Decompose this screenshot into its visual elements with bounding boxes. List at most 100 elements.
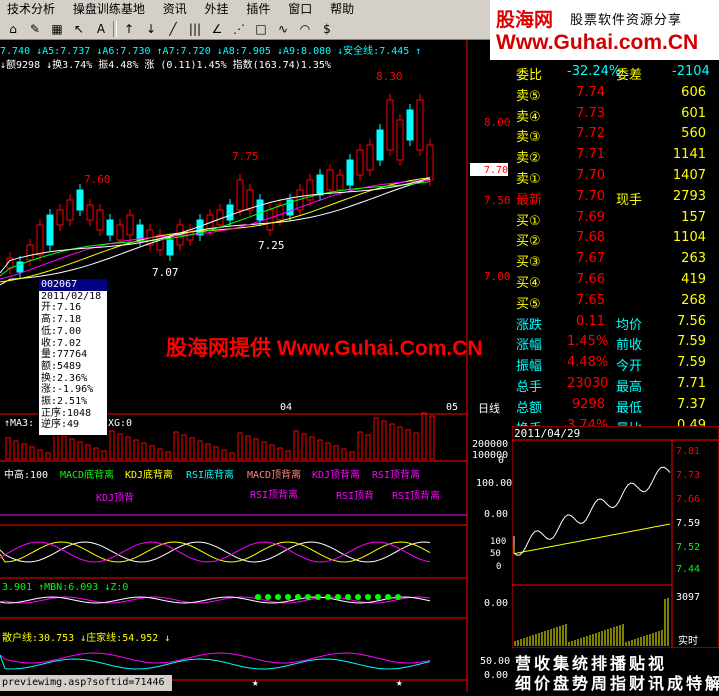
macd-top-div: MACD顶背离 — [247, 468, 301, 481]
stat-row: 总额 9298 最低 7.37 — [512, 395, 719, 416]
mbn-dot — [315, 594, 321, 600]
intraday-volume: 3097 — [676, 592, 700, 603]
bid-row-cell: 7.69 — [576, 209, 605, 225]
bid-row: 买④ 7.66 419 — [512, 270, 719, 291]
fan-icon[interactable]: ⋰ — [229, 20, 249, 38]
menu-help[interactable]: 帮助 — [323, 0, 361, 18]
candle-body — [26, 244, 34, 261]
bid-row-cell: 419 — [681, 272, 706, 287]
function-buttons-row1[interactable]: 营收集统排播贴视 — [515, 650, 715, 673]
bid-row: 买② 7.68 1104 — [512, 228, 719, 249]
sh-axis-0: 0.00 — [484, 670, 508, 681]
bid-row-cell: 268 — [681, 292, 706, 308]
dollar-icon[interactable]: $ — [317, 20, 337, 38]
line-tool-icon[interactable]: ╱ — [163, 20, 183, 38]
candle-body — [66, 199, 74, 221]
drawing-toolbar: ⌂ ✎ ▦ ↖ A ↑ ↓ ╱ ||| ∠ ⋰ □ ∿ ◠ $ — [0, 18, 490, 40]
order-ratio-row-cell: -32.24% — [567, 64, 622, 79]
vol-xg-label: XG:0 — [108, 418, 132, 429]
macd-axis-0: 0.00 — [484, 509, 508, 520]
ask-row: 卖⑤ 7.74 606 — [512, 83, 719, 104]
menu-training[interactable]: 操盘训练基地 — [66, 0, 152, 18]
mbn-dot — [345, 594, 351, 600]
function-buttons-row2[interactable]: 细价盘势周指财讯成特解 — [515, 670, 719, 693]
menu-news[interactable]: 资讯 — [156, 0, 194, 18]
ask-row-cell: 卖② — [516, 151, 541, 167]
bid-row-cell: 7.67 — [576, 251, 605, 267]
tooltip-high: 高:7.18 — [41, 314, 82, 326]
menu-technical-analysis[interactable]: 技术分析 — [0, 0, 62, 18]
x-label-april: 04 — [280, 402, 292, 413]
stat-row-cell: 涨跌 — [516, 317, 543, 333]
candle-body — [36, 224, 44, 256]
sh-axis-50: 50.00 — [480, 656, 510, 667]
angle-icon[interactable]: ∠ — [207, 20, 227, 38]
tooltip-turnover: 换:2.36% — [41, 372, 88, 384]
arc-icon[interactable]: ◠ — [295, 20, 315, 38]
candle-tooltip: 002067 2011/02/18 开:7.16 高:7.18 低:7.00 收… — [38, 278, 108, 436]
menu-plugins[interactable]: 插件 — [239, 0, 277, 18]
tooltip-code: 002067 — [39, 279, 107, 291]
ask-row: 卖④ 7.73 601 — [512, 104, 719, 125]
rect-icon[interactable]: □ — [251, 20, 271, 38]
text-icon[interactable]: A — [91, 20, 111, 38]
candle-body — [136, 224, 144, 241]
last-price-row-cell: 现手 — [616, 192, 643, 208]
intraday-mini-chart[interactable]: 2011/04/29 7.81 7.73 7.66 7.59 7.52 7.44… — [511, 425, 719, 649]
period-label[interactable]: 日线 — [478, 401, 500, 415]
x-label-may: 05 — [446, 402, 458, 413]
bid-row-cell: 1104 — [672, 230, 706, 246]
candle-body — [406, 109, 414, 141]
price-label-7-5: 7.50 — [484, 194, 511, 207]
candle-body — [386, 99, 394, 151]
ask-row-cell: 卖① — [516, 172, 541, 187]
intraday-p5: 7.52 — [676, 542, 700, 553]
stat-row-cell: 涨幅 — [516, 338, 543, 354]
grid-icon[interactable]: ▦ — [47, 20, 67, 38]
order-ratio-row-cell: 委差 — [616, 68, 643, 83]
stat-row-cell: 前收 — [616, 338, 643, 354]
menu-plugin-ext[interactable]: 外挂 — [198, 0, 236, 18]
stat-row-cell: 总手 — [516, 380, 543, 395]
candle-body — [56, 209, 64, 226]
bid-row-cell: 买④ — [516, 276, 541, 291]
order-ratio-row: 委比 -32.24% 委差 -2104 — [512, 62, 719, 83]
down-arrow-icon[interactable]: ↓ — [141, 20, 161, 38]
ma-info-bar: 7.740 ↓A5:7.737 ↓A6:7.730 ↑A7:7.720 ↓A8:… — [0, 46, 422, 55]
intraday-date: 2011/04/29 — [514, 427, 580, 440]
intraday-p6: 7.44 — [676, 564, 700, 575]
kdj-axis-50: 50 — [490, 549, 501, 559]
ask-row-cell: 7.74 — [576, 84, 605, 100]
brand-url: Www.Guhai.com.CN — [496, 31, 699, 54]
bid-row: 买⑤ 7.65 268 — [512, 291, 719, 312]
tooltip-amplitude: 振:2.51% — [41, 396, 88, 408]
candle-body — [96, 209, 104, 231]
candle-body — [356, 149, 364, 176]
candle-body — [316, 174, 324, 196]
candle-body — [236, 179, 244, 211]
ask-row-cell: 7.72 — [576, 126, 605, 142]
divergence-label: 中高:100 — [4, 468, 48, 481]
price-label-7: 7.00 — [484, 270, 511, 283]
curve-icon[interactable]: ∿ — [273, 20, 293, 38]
price-label-8: 8.00 — [484, 116, 511, 129]
candle-body — [256, 199, 264, 221]
menu-window[interactable]: 窗口 — [281, 0, 319, 18]
tooltip-low: 低:7.00 — [41, 325, 82, 337]
retail-line-label: 散户线:30.753 ↓庄家线:54.952 ↓ — [2, 631, 170, 644]
candle-body — [336, 174, 344, 191]
div-mark-2: RSI顶背离 — [250, 488, 298, 501]
arrow-icon[interactable]: ↖ — [69, 20, 89, 38]
bid-row: 买③ 7.67 263 — [512, 249, 719, 270]
ask-row: 卖① 7.70 1407 — [512, 166, 719, 187]
brand-name: 股海网 — [496, 9, 554, 31]
pen-icon[interactable]: ✎ — [25, 20, 45, 38]
mbn-dot — [295, 594, 301, 600]
ask-row-cell: 7.71 — [576, 147, 605, 163]
last-price-row-cell: 最新 — [516, 192, 543, 208]
kdj-axis-100: 100 — [490, 537, 506, 547]
up-arrow-icon[interactable]: ↑ — [119, 20, 139, 38]
kdj-bottom-div: KDJ底背离 — [125, 468, 173, 481]
bars-icon[interactable]: ||| — [185, 20, 205, 38]
home-icon[interactable]: ⌂ — [3, 20, 23, 38]
